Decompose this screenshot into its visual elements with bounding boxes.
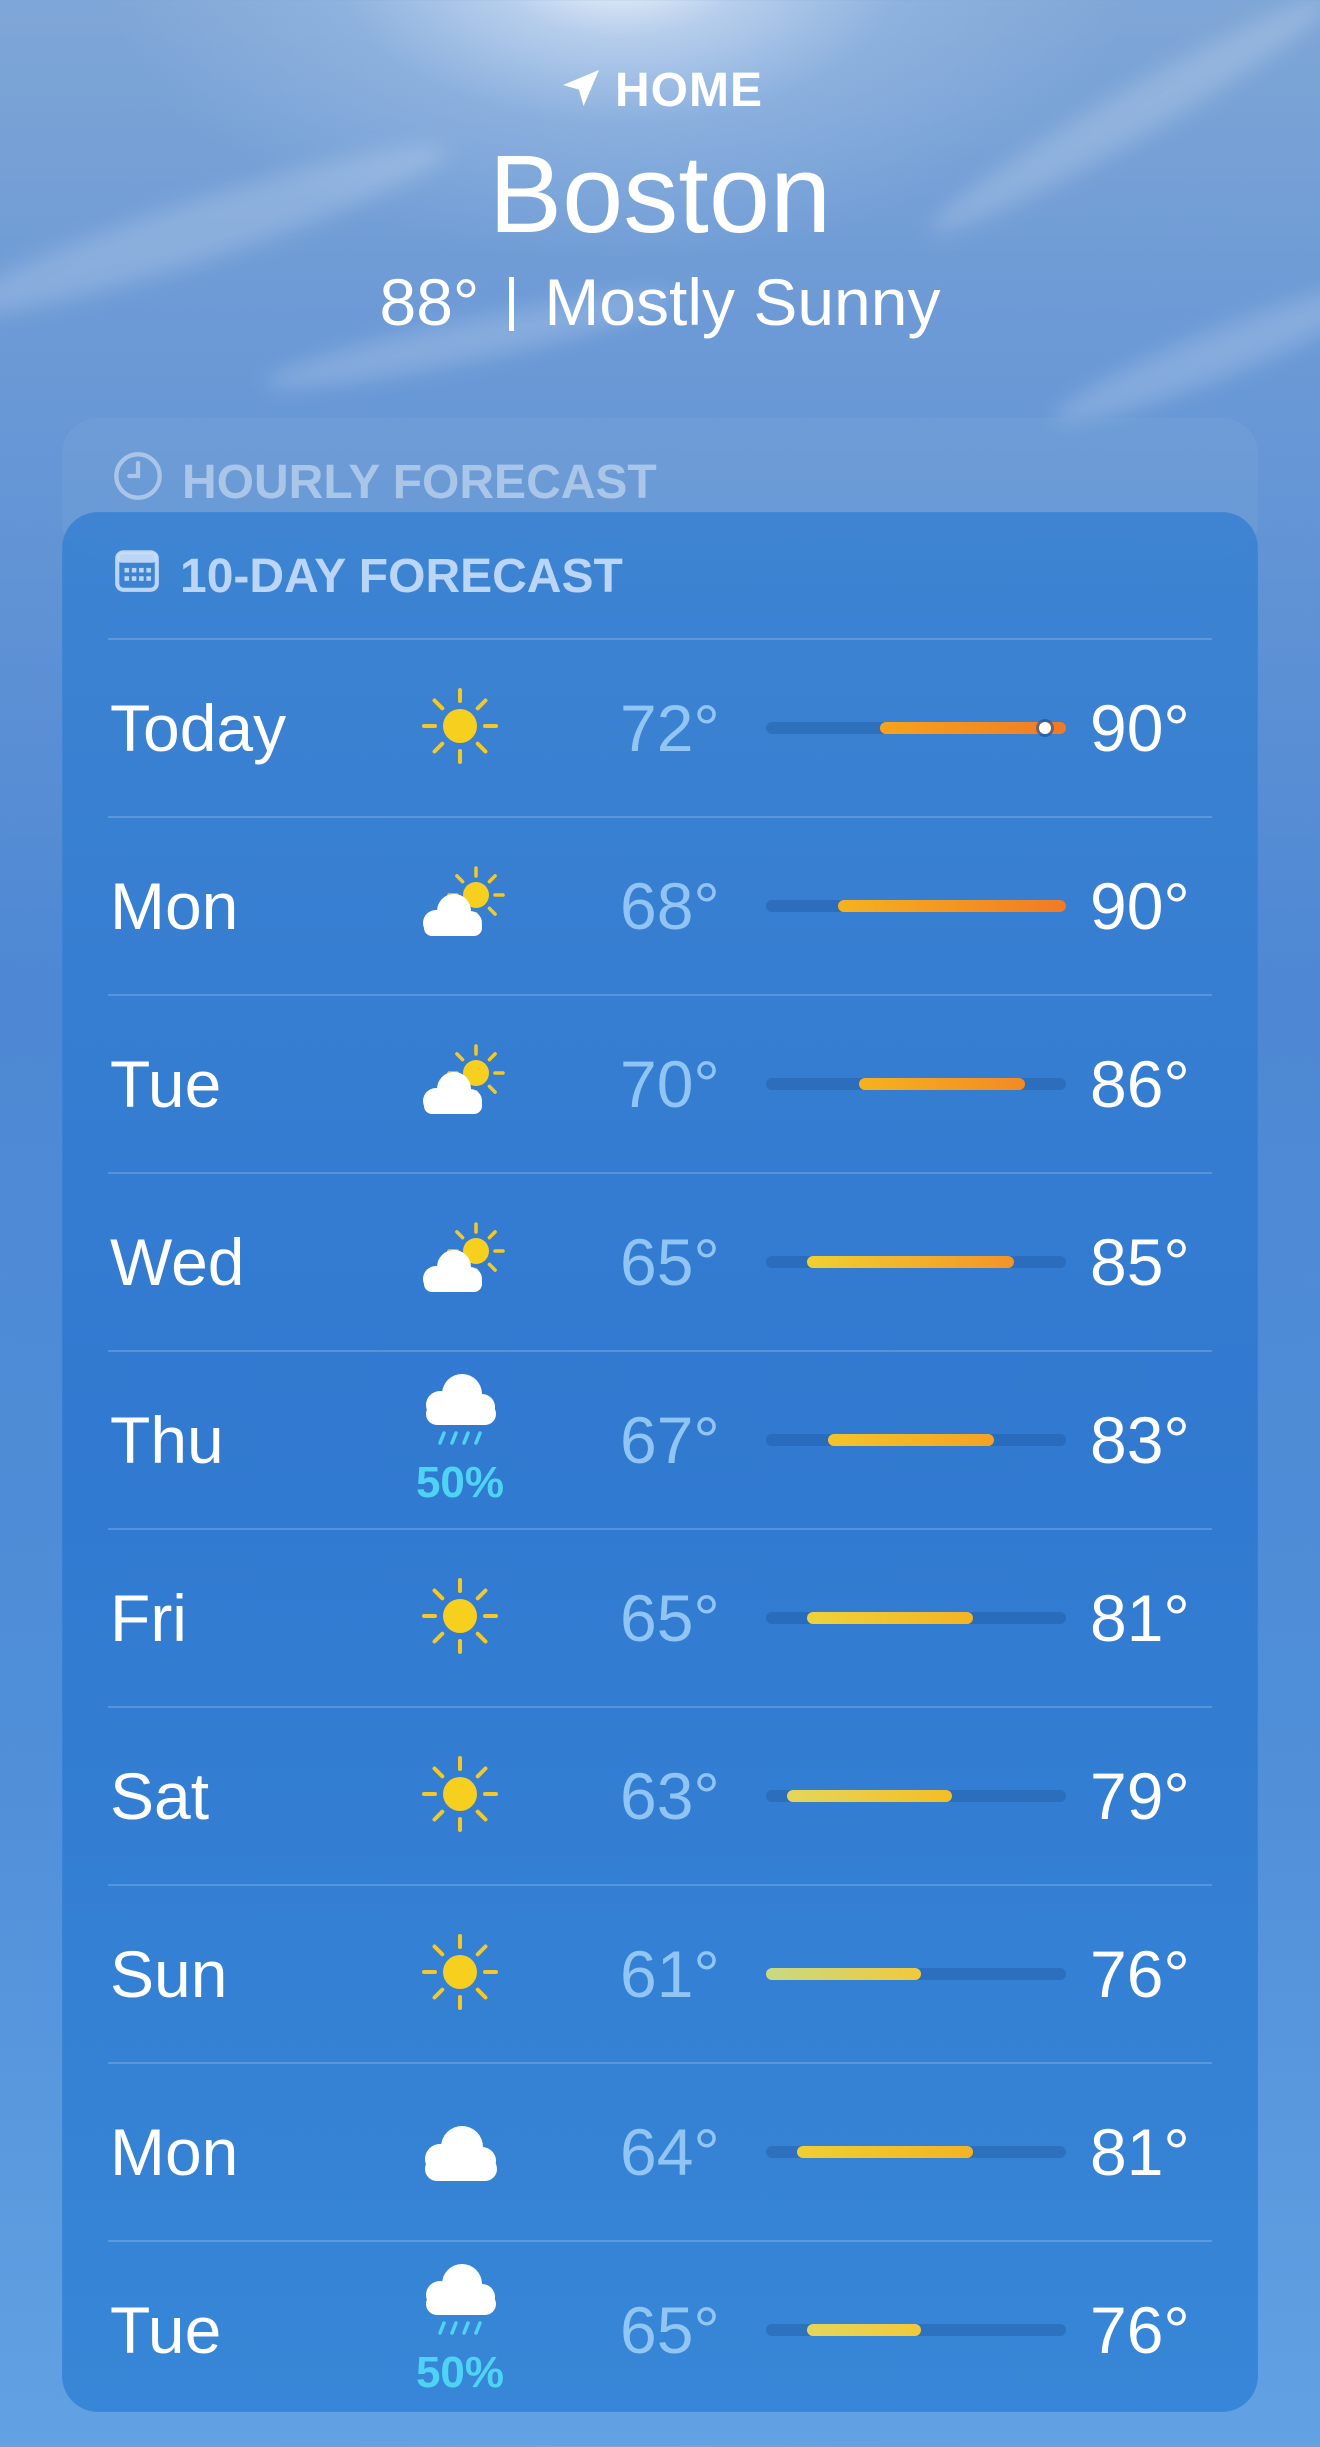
weather-icon-group: [398, 1885, 522, 2063]
current-temperature: 88°: [379, 265, 480, 339]
forecast-row[interactable]: Thu 50% 67° 83°: [0, 1351, 1320, 1529]
temperature-range-fill: [807, 2324, 922, 2336]
temperature-range-bar: [766, 722, 1066, 734]
forecast-row[interactable]: Mon 64° 81°: [0, 2063, 1320, 2241]
temperature-range-fill: [828, 1434, 994, 1446]
temperature-range-bar: [766, 900, 1066, 912]
weather-icon-group: [398, 1707, 522, 1885]
partly-cloudy-icon: [410, 1039, 510, 1130]
calendar-icon: [112, 545, 162, 607]
forecast-day: Thu: [110, 1403, 224, 1477]
hourly-forecast-header: HOURLY FORECAST: [112, 450, 657, 514]
forecast-row[interactable]: Today 72° 90°: [0, 639, 1320, 817]
forecast-day: Fri: [110, 1581, 187, 1655]
temperature-range-fill: [766, 1968, 922, 1980]
rain-cloud-icon: [410, 1369, 510, 1460]
temperature-range-fill: [879, 722, 1066, 734]
temperature-range-fill: [786, 1790, 953, 1802]
city-name: Boston: [488, 133, 832, 256]
location-label: HOME: [615, 63, 763, 117]
high-temperature: 83°: [1090, 1403, 1190, 1477]
home-location-row: HOME: [0, 60, 1320, 120]
temperature-range-bar: [766, 1612, 1066, 1624]
high-temperature: 85°: [1090, 1225, 1190, 1299]
cloud-icon: [410, 2107, 510, 2198]
high-temperature: 79°: [1090, 1759, 1190, 1833]
temperature-range-bar: [766, 2324, 1066, 2336]
low-temperature: 65°: [620, 1581, 720, 1655]
low-temperature: 65°: [620, 2293, 720, 2367]
partly-cloudy-icon: [410, 861, 510, 952]
precipitation-chance: 50%: [415, 1458, 505, 1507]
current-summary: 88° Mostly Sunny: [0, 262, 1320, 342]
high-temperature: 76°: [1090, 2293, 1190, 2367]
forecast-row[interactable]: Sat 63° 79°: [0, 1707, 1320, 1885]
forecast-day: Today: [110, 691, 287, 765]
temperature-range-bar: [766, 2146, 1066, 2158]
low-temperature: 72°: [620, 691, 720, 765]
ten-day-forecast-title: 10-DAY FORECAST: [180, 549, 623, 603]
temperature-range-fill: [807, 1612, 973, 1624]
high-temperature: 90°: [1090, 869, 1190, 943]
weather-icon-group: [398, 995, 522, 1173]
high-temperature: 90°: [1090, 691, 1190, 765]
low-temperature: 63°: [620, 1759, 720, 1833]
weather-icon-group: 50%: [398, 1351, 522, 1529]
forecast-day: Sun: [110, 1937, 228, 2011]
ten-day-forecast-header: 10-DAY FORECAST: [112, 545, 623, 607]
forecast-day: Tue: [110, 1047, 222, 1121]
weather-icon-group: [398, 639, 522, 817]
temperature-range-bar: [766, 1790, 1066, 1802]
forecast-row[interactable]: Mon 68° 90°: [0, 817, 1320, 995]
low-temperature: 61°: [620, 1937, 720, 2011]
temperature-range-bar: [766, 1078, 1066, 1090]
temperature-range-fill: [838, 900, 1066, 912]
clock-icon: [112, 450, 164, 514]
precipitation-chance: 50%: [415, 2348, 505, 2397]
current-condition: Mostly Sunny: [544, 265, 941, 339]
temperature-range-bar: [766, 1434, 1066, 1446]
forecast-day: Sat: [110, 1759, 210, 1833]
forecast-day: Mon: [110, 869, 239, 943]
weather-icon-group: [398, 817, 522, 995]
weather-icon-group: [398, 1173, 522, 1351]
summary-separator: [509, 277, 515, 331]
low-temperature: 70°: [620, 1047, 720, 1121]
weather-icon-group: 50%: [398, 2241, 522, 2419]
low-temperature: 64°: [620, 2115, 720, 2189]
high-temperature: 81°: [1090, 1581, 1190, 1655]
forecast-day: Wed: [110, 1225, 245, 1299]
sun-icon: [410, 683, 510, 774]
forecast-day: Tue: [110, 2293, 222, 2367]
rain-cloud-icon: [410, 2259, 510, 2350]
sun-icon: [410, 1751, 510, 1842]
sun-icon: [410, 1929, 510, 2020]
forecast-day: Mon: [110, 2115, 239, 2189]
temperature-range-fill: [859, 1078, 1025, 1090]
sun-icon: [410, 1573, 510, 1664]
forecast-row[interactable]: Sun 61° 76°: [0, 1885, 1320, 2063]
temperature-range-fill: [807, 1256, 1015, 1268]
temperature-range-fill: [797, 2146, 973, 2158]
partly-cloudy-icon: [410, 1217, 510, 1308]
low-temperature: 65°: [620, 1225, 720, 1299]
weather-icon-group: [398, 2063, 522, 2241]
high-temperature: 81°: [1090, 2115, 1190, 2189]
high-temperature: 86°: [1090, 1047, 1190, 1121]
forecast-row[interactable]: Fri 65° 81°: [0, 1529, 1320, 1707]
low-temperature: 68°: [620, 869, 720, 943]
forecast-row[interactable]: Tue 50% 65° 76°: [0, 2241, 1320, 2419]
location-arrow-icon: [557, 64, 605, 117]
weather-icon-group: [398, 1529, 522, 1707]
forecast-row[interactable]: Wed 65° 85°: [0, 1173, 1320, 1351]
forecast-row[interactable]: Tue 70° 86°: [0, 995, 1320, 1173]
hourly-forecast-title: HOURLY FORECAST: [182, 455, 657, 509]
temperature-range-bar: [766, 1968, 1066, 1980]
low-temperature: 67°: [620, 1403, 720, 1477]
high-temperature: 76°: [1090, 1937, 1190, 2011]
temperature-range-bar: [766, 1256, 1066, 1268]
